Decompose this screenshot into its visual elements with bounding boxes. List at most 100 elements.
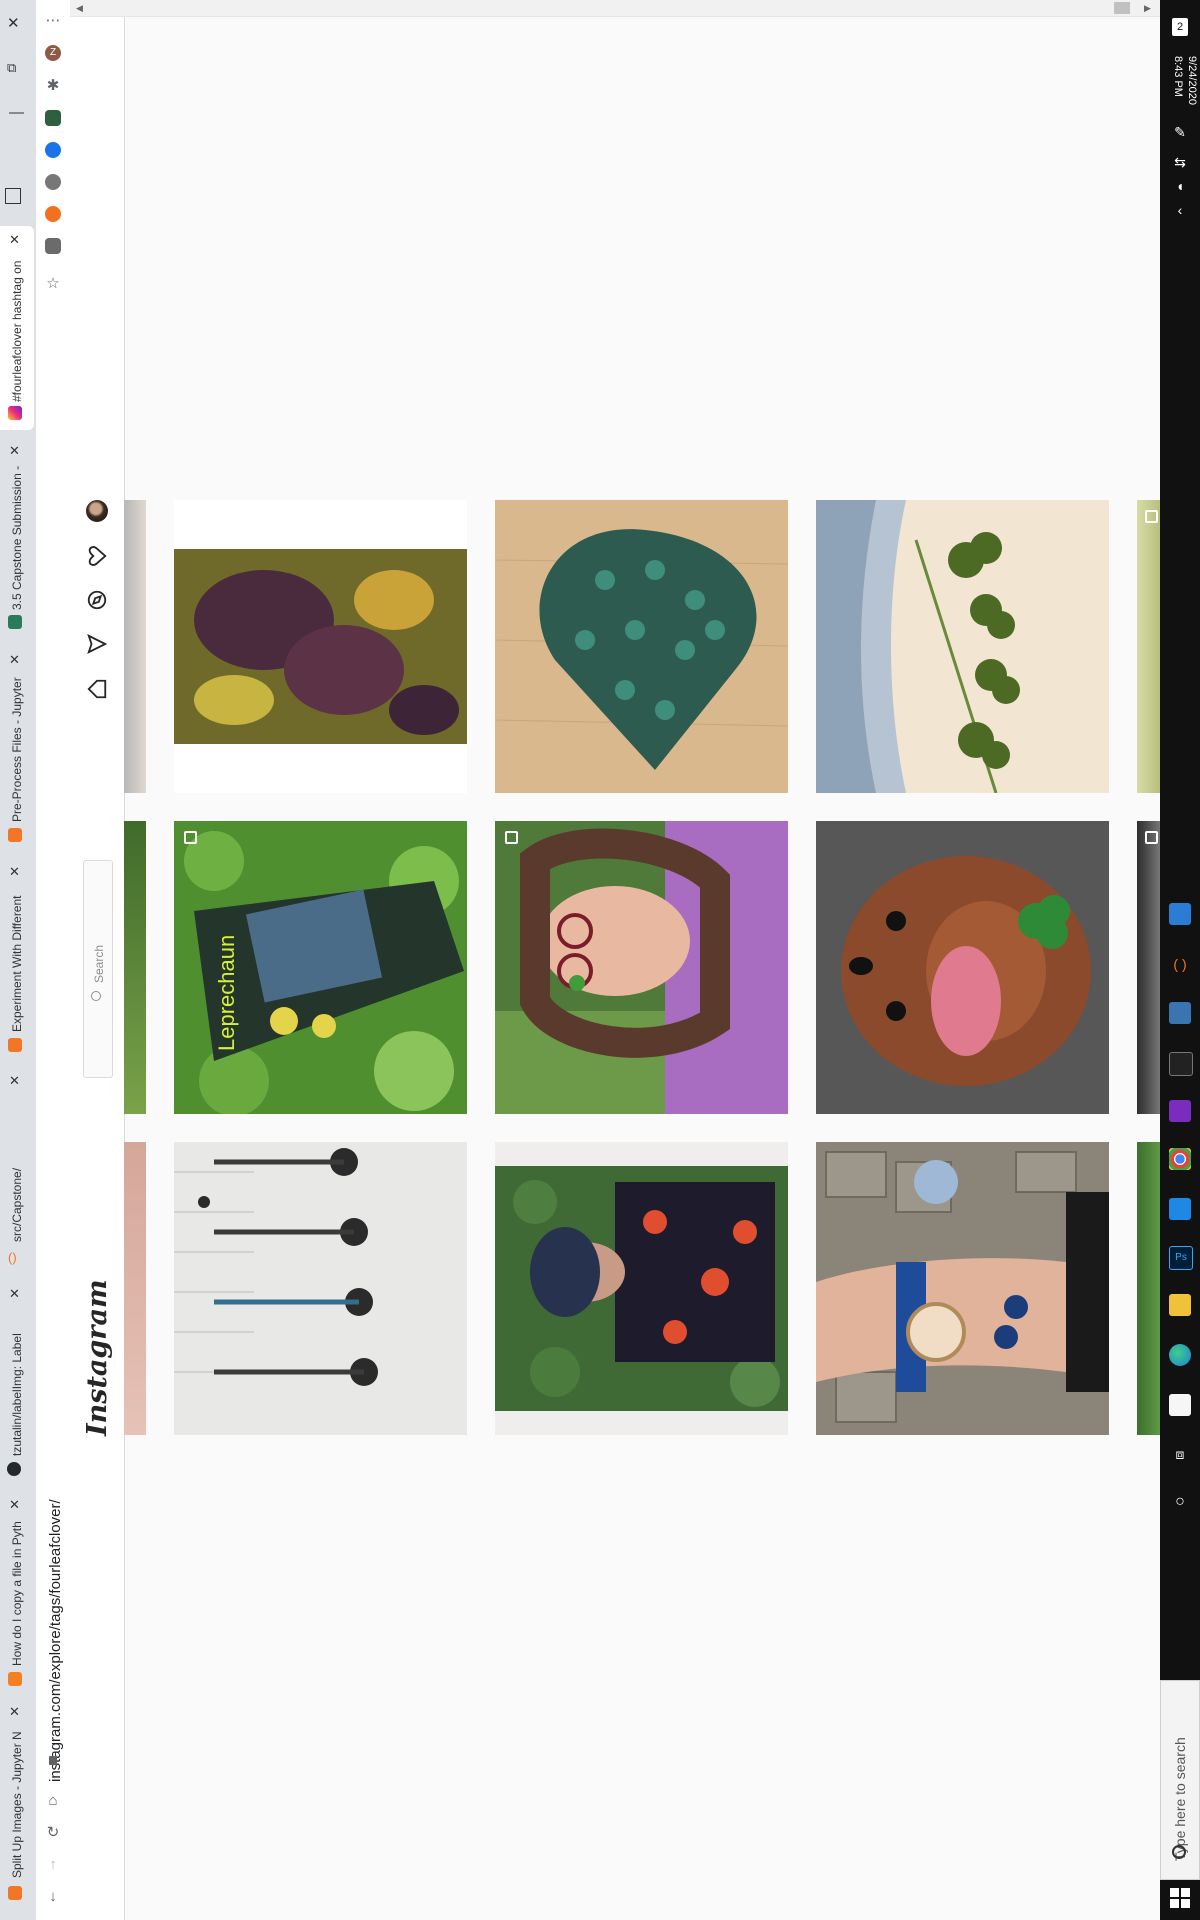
- post-thumbnail[interactable]: [816, 1142, 1109, 1435]
- window-close-icon[interactable]: ✕: [7, 14, 20, 32]
- post-thumbnail[interactable]: Leprechaun: [174, 821, 467, 1114]
- jupyter-favicon-icon: [8, 1886, 22, 1900]
- tab-close-icon[interactable]: ✕: [9, 1073, 20, 1089]
- extension-icon[interactable]: [45, 174, 61, 190]
- profile-avatar[interactable]: Z: [45, 45, 61, 61]
- post-thumbnail[interactable]: [816, 500, 1109, 793]
- forward-icon[interactable]: ↑: [44, 1856, 62, 1874]
- post-image-woman-clover: [495, 821, 788, 1114]
- tab-title: How do I copy a file in Pyth: [10, 1521, 24, 1666]
- post-thumbnail-partial[interactable]: [124, 500, 146, 793]
- post-thumbnail-partial[interactable]: [124, 821, 146, 1114]
- tab-close-icon[interactable]: ✕: [9, 1497, 20, 1513]
- jupyter-favicon-icon: [8, 828, 22, 842]
- edge-app-icon[interactable]: [1169, 1344, 1191, 1366]
- tab-search-icon[interactable]: [5, 188, 21, 204]
- network-icon[interactable]: ⇆: [1170, 152, 1190, 172]
- home-browser-icon[interactable]: ⌂: [44, 1792, 62, 1810]
- post-thumbnail-partial[interactable]: [1137, 500, 1160, 793]
- explore-icon[interactable]: [86, 589, 108, 611]
- jupyter-app-icon[interactable]: ( ): [1169, 953, 1191, 975]
- taskbar-search-box[interactable]: Type here to search: [1160, 1680, 1200, 1880]
- post-thumbnail-partial[interactable]: [1137, 821, 1160, 1114]
- file-explorer-icon[interactable]: [1169, 1294, 1191, 1316]
- tab-close-icon[interactable]: ✕: [9, 443, 20, 459]
- notification-center-icon[interactable]: 2: [1172, 18, 1188, 36]
- instagram-logo[interactable]: Instagram: [82, 1279, 113, 1436]
- address-bar[interactable]: instagram.com/explore/tags/fourleafclove…: [47, 1499, 64, 1782]
- windows-start-icon[interactable]: [1170, 1888, 1190, 1908]
- onenote-app-icon[interactable]: [1169, 1100, 1191, 1122]
- horizontal-scrollbar[interactable]: ◀ ▶: [70, 0, 1160, 17]
- tab-copy-file[interactable]: ✕ How do I copy a file in Pyth: [0, 1494, 32, 1690]
- python-app-icon[interactable]: [1169, 1002, 1191, 1024]
- window-restore-icon[interactable]: ⧉: [7, 60, 16, 76]
- volume-icon[interactable]: ◖: [1170, 176, 1190, 196]
- jupyter-favicon-icon: [8, 1038, 22, 1052]
- lock-icon[interactable]: [49, 1756, 57, 1765]
- clock-time[interactable]: 8:43 PM: [1172, 56, 1184, 97]
- vscode-app-icon[interactable]: [1169, 1198, 1191, 1220]
- stackoverflow-favicon-icon: [8, 1672, 22, 1686]
- extension-icon[interactable]: [45, 238, 61, 254]
- profile-avatar[interactable]: [86, 500, 108, 522]
- reload-icon[interactable]: ↻: [44, 1824, 62, 1842]
- tab-experiment[interactable]: ✕ Experiment With Different: [0, 860, 32, 1060]
- heart-icon[interactable]: [86, 545, 108, 567]
- search-icon: [91, 991, 101, 1001]
- extension-icon[interactable]: [45, 142, 61, 158]
- tab-capstone[interactable]: ✕ 3.5 Capstone Submission -: [0, 440, 32, 636]
- scroll-left-arrow-icon[interactable]: ◀: [76, 3, 83, 14]
- chrome-app-icon[interactable]: [1169, 1148, 1191, 1170]
- extensions-puzzle-icon[interactable]: ✱: [44, 77, 62, 95]
- direct-icon[interactable]: [86, 633, 108, 655]
- post-thumbnail[interactable]: [174, 1142, 467, 1435]
- cortana-icon[interactable]: ○: [1170, 1492, 1190, 1512]
- scrollbar-thumb[interactable]: [1114, 2, 1130, 14]
- scroll-right-arrow-icon[interactable]: ▶: [1144, 3, 1151, 14]
- search-input[interactable]: Search: [83, 860, 113, 1078]
- tab-split-images[interactable]: ✕ Split Up Images - Jupyter N: [0, 1702, 32, 1912]
- show-hidden-icons[interactable]: ‹: [1170, 200, 1190, 220]
- window-minimize-icon[interactable]: —: [9, 104, 24, 121]
- post-thumbnail-partial[interactable]: [124, 1142, 146, 1435]
- extension-icon[interactable]: [45, 206, 61, 222]
- pen-icon[interactable]: ✎: [1170, 122, 1190, 142]
- tab-close-icon[interactable]: ✕: [9, 864, 20, 880]
- ellipsis-icon[interactable]: ⋯: [44, 12, 62, 30]
- tab-close-icon[interactable]: ✕: [9, 652, 20, 668]
- notification-count: 2: [1176, 21, 1184, 33]
- task-view-icon[interactable]: ⧈: [1170, 1444, 1190, 1464]
- multiple-posts-icon: [1145, 831, 1158, 844]
- tab-close-icon[interactable]: ✕: [9, 1286, 20, 1302]
- terminal-app-icon[interactable]: [1169, 1052, 1193, 1076]
- post-thumbnail[interactable]: [495, 821, 788, 1114]
- github-favicon-icon: [7, 1462, 21, 1476]
- tab-title: tzutalin/labelImg: Label: [10, 1333, 24, 1456]
- tab-src-capstone[interactable]: ✕ src/Capstone/ (): [0, 1070, 32, 1270]
- back-icon[interactable]: ↓: [44, 1888, 62, 1906]
- bookmark-star-icon[interactable]: ☆: [44, 275, 62, 293]
- tab-close-icon[interactable]: ✕: [9, 232, 20, 248]
- extension-icon[interactable]: [45, 110, 61, 126]
- browser-tab-strip: ✕ ⧉ — ✕ #fourleafclover hashtag on ✕ 3.5…: [0, 0, 36, 1920]
- tab-title: Experiment With Different: [10, 895, 24, 1033]
- post-thumbnail-partial[interactable]: [1137, 1142, 1160, 1435]
- calendar-app-icon[interactable]: [1169, 903, 1191, 925]
- post-thumbnail[interactable]: [174, 500, 467, 793]
- tab-labelimg[interactable]: ✕ tzutalin/labelImg: Label: [0, 1280, 32, 1480]
- post-image-dog-clover: [816, 821, 1109, 1114]
- tab-close-icon[interactable]: ✕: [9, 1704, 20, 1720]
- tab-instagram[interactable]: ✕ #fourleafclover hashtag on: [0, 226, 34, 430]
- photoshop-app-icon[interactable]: Ps: [1169, 1246, 1193, 1270]
- instagram-nav: Instagram Search: [70, 0, 125, 1920]
- tab-preprocess[interactable]: ✕ Pre-Process Files - Jupyter: [0, 650, 32, 846]
- clock-date[interactable]: 9/24/2020: [1186, 56, 1198, 105]
- post-image-hand-bracelet: [816, 1142, 1109, 1435]
- post-thumbnail[interactable]: [495, 500, 788, 793]
- post-thumbnail[interactable]: [816, 821, 1109, 1114]
- store-app-icon[interactable]: [1169, 1394, 1191, 1416]
- tab-title: Pre-Process Files - Jupyter: [10, 677, 24, 822]
- home-icon[interactable]: [86, 678, 108, 700]
- post-thumbnail[interactable]: [495, 1142, 788, 1435]
